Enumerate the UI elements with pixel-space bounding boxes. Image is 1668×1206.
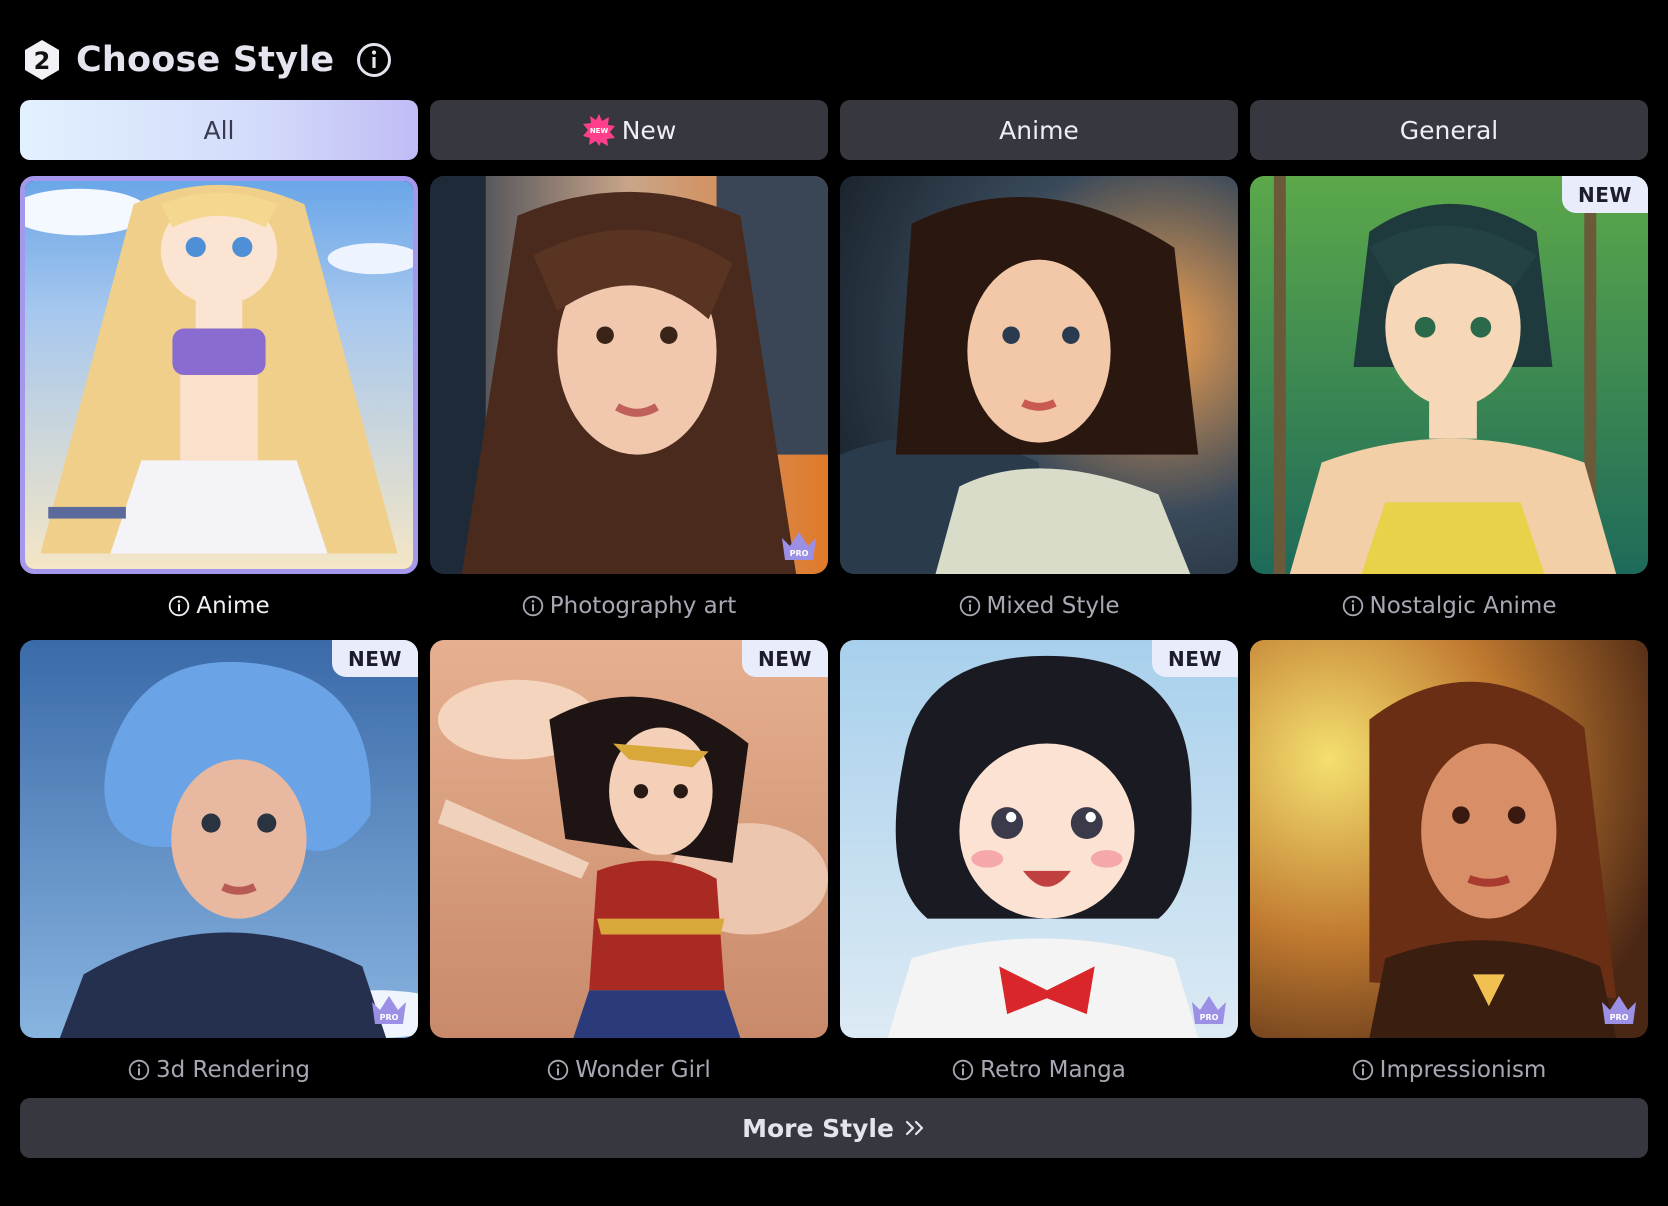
new-badge: NEW: [1562, 176, 1648, 213]
pro-badge-text: PRO: [790, 549, 809, 558]
new-burst-icon: NEW: [582, 114, 615, 146]
info-icon[interactable]: [168, 595, 190, 617]
mixed-style-image: [840, 176, 1238, 574]
style-thumbnail[interactable]: NEW: [430, 640, 828, 1038]
info-icon[interactable]: [547, 1059, 569, 1081]
tab-label: General: [1399, 115, 1499, 145]
tab-all[interactable]: All: [20, 100, 418, 160]
info-icon[interactable]: [952, 1059, 974, 1081]
style-label-text: Wonder Girl: [575, 1057, 711, 1083]
pro-crown-icon: PRO: [1602, 996, 1636, 1024]
style-thumbnail[interactable]: NEW PRO: [20, 640, 418, 1038]
style-card-3d-rendering[interactable]: NEW PRO 3d Rendering: [20, 640, 418, 1104]
info-icon[interactable]: [356, 42, 392, 78]
pro-crown-icon: PRO: [782, 532, 816, 560]
step-number: 2: [34, 47, 51, 75]
style-label-text: 3d Rendering: [156, 1057, 310, 1083]
page-title: Choose Style: [76, 40, 335, 80]
style-card-nostalgic-anime[interactable]: NEW Nostalgic Anime: [1250, 176, 1648, 640]
3d-rendering-image: [20, 640, 418, 1038]
new-badge: NEW: [332, 640, 418, 677]
style-label-text: Impressionism: [1379, 1057, 1547, 1083]
more-style-label: More Style: [742, 1113, 894, 1143]
style-card-wonder-girl[interactable]: NEW Wonder Girl: [430, 640, 828, 1104]
pro-crown-icon: PRO: [1192, 996, 1226, 1024]
style-card-retro-manga[interactable]: NEW PRO Retro Manga: [840, 640, 1238, 1104]
style-label: Retro Manga: [840, 1050, 1238, 1090]
style-label: 3d Rendering: [20, 1050, 418, 1090]
style-label: Nostalgic Anime: [1250, 586, 1648, 626]
pro-badge-text: PRO: [1200, 1013, 1219, 1022]
tab-label: Anime: [999, 115, 1079, 145]
style-card-mixed-style[interactable]: Mixed Style: [840, 176, 1238, 640]
new-burst-text: NEW: [590, 127, 609, 135]
style-grid: Anime PRO Photography art Mixed Style NE…: [20, 176, 1648, 1104]
style-label-text: Photography art: [549, 593, 737, 619]
new-badge: NEW: [742, 640, 828, 677]
pro-badge-text: PRO: [380, 1013, 399, 1022]
style-card-impressionism[interactable]: PRO Impressionism: [1250, 640, 1648, 1104]
anime-girl-image: [25, 181, 413, 569]
style-thumbnail[interactable]: [20, 176, 418, 574]
style-thumbnail[interactable]: NEW PRO: [840, 640, 1238, 1038]
wonder-girl-image: [430, 640, 828, 1038]
pro-crown-icon: PRO: [372, 996, 406, 1024]
photo-portrait-image: [430, 176, 828, 574]
tab-label: All: [203, 115, 235, 145]
tab-anime[interactable]: Anime: [840, 100, 1238, 160]
new-badge: NEW: [1152, 640, 1238, 677]
info-icon[interactable]: [1342, 595, 1364, 617]
impressionism-image: [1250, 640, 1648, 1038]
style-card-anime[interactable]: Anime: [20, 176, 418, 640]
style-thumbnail[interactable]: PRO: [1250, 640, 1648, 1038]
info-icon[interactable]: [128, 1059, 150, 1081]
style-label: Photography art: [430, 586, 828, 626]
style-label: Mixed Style: [840, 586, 1238, 626]
pro-badge-text: PRO: [1610, 1013, 1629, 1022]
step-number-icon: 2: [25, 40, 59, 80]
style-label-text: Retro Manga: [980, 1057, 1126, 1083]
section-header: 2 Choose Style: [22, 36, 392, 84]
info-icon[interactable]: [959, 595, 981, 617]
tab-general[interactable]: General: [1250, 100, 1648, 160]
info-icon[interactable]: [522, 595, 544, 617]
double-chevron-right-icon: [905, 1120, 924, 1136]
tab-label: New: [621, 115, 677, 145]
style-label: Wonder Girl: [430, 1050, 828, 1090]
style-label: Anime: [20, 586, 418, 626]
info-icon[interactable]: [1352, 1059, 1374, 1081]
style-label-text: Anime: [196, 593, 270, 619]
tab-new[interactable]: NEW New: [430, 100, 828, 160]
more-style-button[interactable]: More Style: [20, 1098, 1648, 1158]
style-thumbnail[interactable]: PRO: [430, 176, 828, 574]
style-filter-tabs: All NEW New Anime General: [20, 100, 1648, 160]
style-thumbnail[interactable]: NEW: [1250, 176, 1648, 574]
style-label-text: Mixed Style: [986, 593, 1120, 619]
style-label-text: Nostalgic Anime: [1369, 593, 1557, 619]
style-card-photography-art[interactable]: PRO Photography art: [430, 176, 828, 640]
style-thumbnail[interactable]: [840, 176, 1238, 574]
style-label: Impressionism: [1250, 1050, 1648, 1090]
retro-manga-image: [840, 640, 1238, 1038]
nostalgic-anime-image: [1250, 176, 1648, 574]
